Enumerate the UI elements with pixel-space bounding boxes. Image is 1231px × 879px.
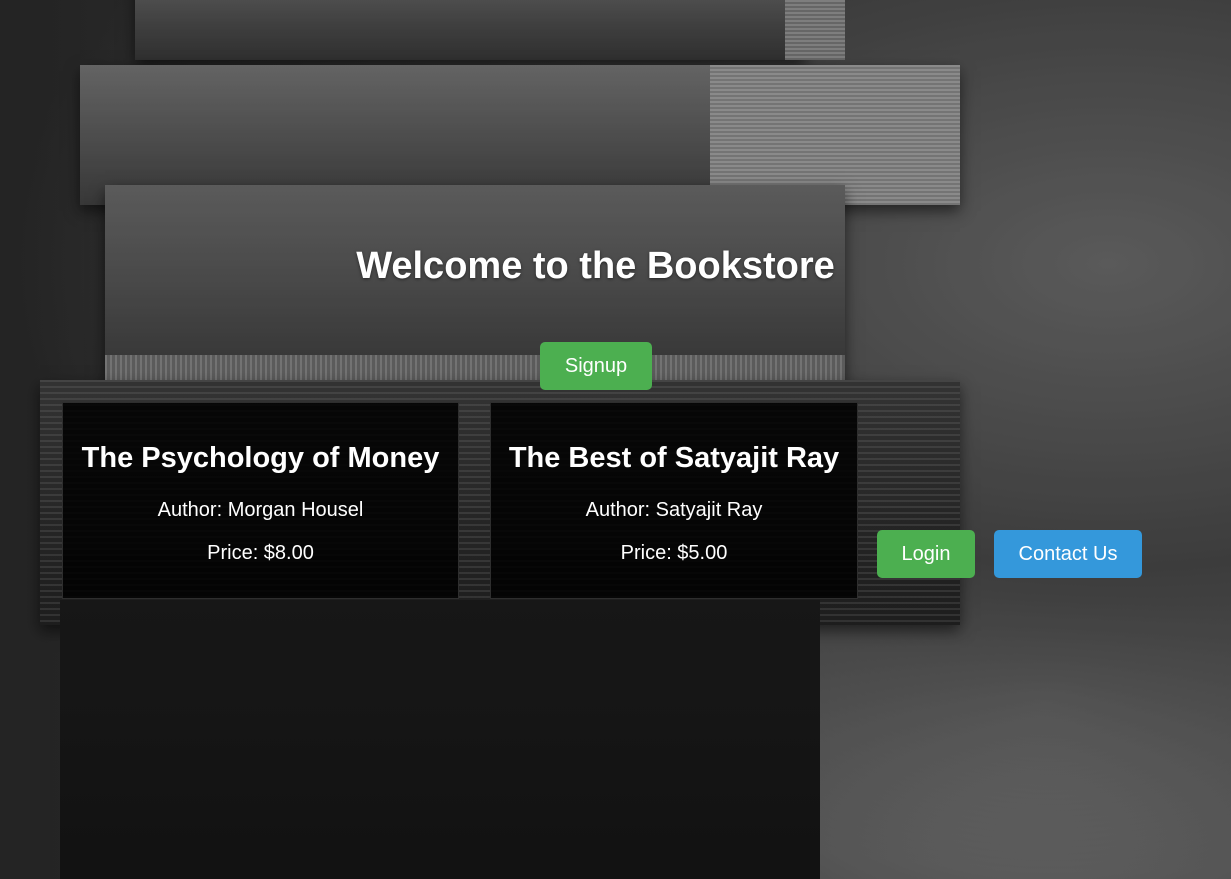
book-title: The Psychology of Money bbox=[81, 442, 440, 474]
signup-button[interactable]: Signup bbox=[540, 342, 652, 390]
book-card: The Psychology of Money Author: Morgan H… bbox=[62, 402, 459, 599]
book-price: Price: $5.00 bbox=[620, 542, 728, 564]
book-author: Author: Morgan Housel bbox=[157, 499, 364, 521]
book-card: The Best of Satyajit Ray Author: Satyaji… bbox=[490, 402, 858, 599]
contact-us-button[interactable]: Contact Us bbox=[994, 530, 1142, 578]
page-title: Welcome to the Bookstore bbox=[356, 245, 835, 287]
login-button[interactable]: Login bbox=[877, 530, 975, 578]
book-author: Author: Satyajit Ray bbox=[585, 499, 763, 521]
book-price: Price: $8.00 bbox=[207, 542, 314, 564]
book-title: The Best of Satyajit Ray bbox=[508, 442, 840, 474]
